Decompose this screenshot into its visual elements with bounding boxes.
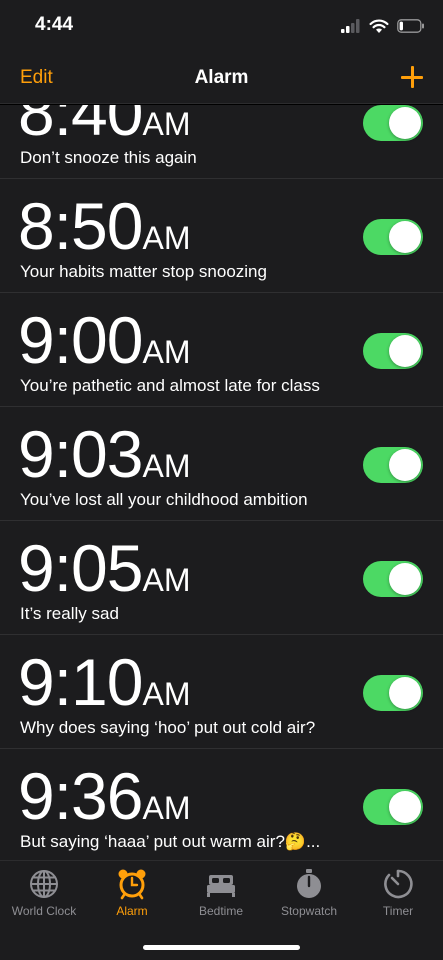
tab-bedtime[interactable]: Bedtime	[177, 867, 265, 925]
alarm-time: 8:50AM	[18, 189, 191, 263]
alarm-toggle[interactable]	[363, 561, 423, 597]
tab-label: Timer	[382, 904, 414, 918]
toggle-knob	[389, 107, 421, 139]
alarm-time: 9:36AM	[18, 759, 191, 833]
alarm-row[interactable]: 8:50AM Your habits matter stop snoozing	[0, 179, 443, 293]
alarm-list[interactable]: 8:40AM Don’t snooze this again 8:50AM Yo…	[0, 105, 443, 860]
status-time: 4:44	[35, 14, 74, 35]
tab-label: World Clock	[11, 904, 77, 918]
timer-icon	[384, 869, 413, 899]
toggle-knob	[389, 221, 421, 253]
tab-alarm[interactable]: Alarm	[88, 867, 176, 925]
alarm-period: AM	[142, 334, 191, 370]
alarm-period: AM	[142, 106, 191, 142]
alarm-label: Why does saying ‘hoo’ put out cold air?	[20, 718, 316, 737]
globe-icon	[30, 870, 58, 898]
alarm-label: Don’t snooze this again	[20, 148, 197, 167]
alarm-period: AM	[142, 562, 191, 598]
tab-timer[interactable]: Timer	[354, 867, 442, 925]
alarm-label: Your habits matter stop snoozing	[20, 262, 267, 281]
alarm-time: 9:05AM	[18, 531, 191, 605]
alarm-time: 8:40AM	[18, 105, 191, 149]
alarm-toggle[interactable]	[363, 675, 423, 711]
alarm-label: It’s really sad	[20, 604, 119, 623]
tab-world-clock[interactable]: World Clock	[0, 867, 88, 925]
alarm-period: AM	[142, 790, 191, 826]
alarm-toggle[interactable]	[363, 789, 423, 825]
alarm-time: 9:00AM	[18, 303, 191, 377]
tab-label: Stopwatch	[280, 904, 338, 918]
alarm-row[interactable]: 9:36AM But saying ‘haaa’ put out warm ai…	[0, 749, 443, 860]
alarm-label: You’re pathetic and almost late for clas…	[20, 376, 320, 395]
alarm-period: AM	[142, 448, 191, 484]
tab-label: Bedtime	[198, 904, 244, 918]
alarm-row[interactable]: 9:00AM You’re pathetic and almost late f…	[0, 293, 443, 407]
page-title: Alarm	[194, 67, 249, 88]
toggle-knob	[389, 449, 421, 481]
alarm-toggle[interactable]	[363, 447, 423, 483]
alarm-time: 9:10AM	[18, 645, 191, 719]
status-icons	[341, 18, 425, 34]
alarm-period: AM	[142, 676, 191, 712]
stopwatch-icon	[297, 869, 321, 898]
toggle-knob	[389, 677, 421, 709]
alarm-toggle[interactable]	[363, 219, 423, 255]
alarm-time: 9:03AM	[18, 417, 191, 491]
alarm-label: You’ve lost all your childhood ambition	[20, 490, 308, 509]
toggle-knob	[389, 791, 421, 823]
signal-icon	[341, 19, 360, 33]
bed-icon	[207, 875, 235, 897]
alarm-row[interactable]: 9:03AM You’ve lost all your childhood am…	[0, 407, 443, 521]
alarm-label: But saying ‘haaa’ put out warm air?🤔...	[20, 832, 321, 851]
nav-bar: Edit Alarm	[0, 56, 443, 104]
alarm-toggle[interactable]	[363, 333, 423, 369]
toggle-knob	[389, 563, 421, 595]
tab-stopwatch[interactable]: Stopwatch	[265, 867, 353, 925]
tab-label: Alarm	[116, 904, 148, 918]
status-bar: 4:44	[0, 0, 443, 56]
alarm-row[interactable]: 9:10AM Why does saying ‘hoo’ put out col…	[0, 635, 443, 749]
alarm-toggle[interactable]	[363, 105, 423, 141]
home-indicator[interactable]	[143, 945, 300, 950]
alarm-row[interactable]: 8:40AM Don’t snooze this again	[0, 105, 443, 179]
battery-icon	[397, 19, 424, 33]
wifi-icon	[369, 19, 389, 33]
alarm-row[interactable]: 9:05AM It’s really sad	[0, 521, 443, 635]
alarm-period: AM	[142, 220, 191, 256]
alarm-clock-icon	[118, 869, 146, 900]
toggle-knob	[389, 335, 421, 367]
add-alarm-button[interactable]	[397, 62, 427, 92]
